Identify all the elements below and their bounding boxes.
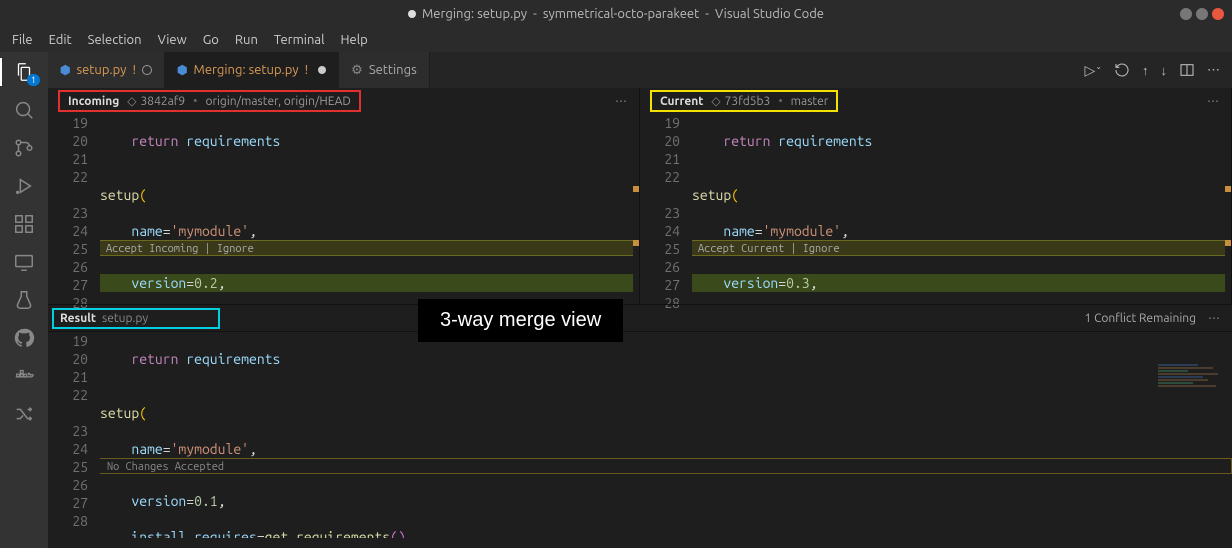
search-icon[interactable]	[12, 98, 36, 122]
shuffle-icon[interactable]	[12, 402, 36, 426]
overview-ruler	[1225, 114, 1231, 304]
source-control-icon[interactable]	[12, 136, 36, 160]
code-content: return requirements setup( name='mymodul…	[100, 332, 1232, 538]
tab-merging-setup-py[interactable]: ⬢ Merging: setup.py !	[165, 52, 339, 88]
docker-icon[interactable]	[12, 364, 36, 388]
window-titlebar: Merging: setup.py - symmetrical-octo-par…	[0, 0, 1232, 28]
no-changes-accepted-label: No Changes Accepted	[100, 458, 1232, 474]
title-app: Visual Studio Code	[715, 7, 824, 21]
current-code-pane[interactable]: 19202122232425262728 return requirements…	[640, 114, 1232, 304]
line-gutter: 19202122232425262728	[48, 114, 100, 304]
tab-setup-py[interactable]: ⬢ setup.py !	[48, 52, 165, 88]
conflict-remaining-label[interactable]: 1 Conflict Remaining	[1085, 312, 1196, 325]
split-editor-icon[interactable]	[1179, 62, 1195, 78]
title-filename: Merging: setup.py	[422, 7, 527, 21]
line-gutter: 19202122232425262728	[640, 114, 692, 304]
result-label: Result	[60, 312, 96, 325]
menu-go[interactable]: Go	[197, 31, 225, 49]
result-code-pane[interactable]: 19202122232425262728 return requirements…	[48, 332, 1232, 538]
current-header: Current ◇73fd5b3 • master ⋯	[640, 88, 1232, 114]
menu-file[interactable]: File	[6, 31, 39, 49]
overview-ruler	[633, 114, 639, 304]
unsaved-dot-icon	[408, 10, 416, 18]
window-close-icon[interactable]	[1212, 8, 1224, 20]
result-more-icon[interactable]: ⋯	[1208, 311, 1222, 325]
menu-run[interactable]: Run	[229, 31, 264, 49]
revert-icon[interactable]	[1114, 62, 1130, 78]
more-actions-icon[interactable]: ⋯	[1207, 63, 1220, 78]
incoming-hash: 3842af9	[141, 95, 186, 108]
extensions-icon[interactable]	[12, 212, 36, 236]
editor-actions: ▷⌄ ↑ ↓ ⋯	[1085, 62, 1232, 79]
menu-bar: File Edit Selection View Go Run Terminal…	[0, 28, 1232, 52]
current-branch: master	[791, 95, 829, 108]
window-minimize-icon[interactable]	[1180, 8, 1192, 20]
arrow-down-icon[interactable]: ↓	[1161, 63, 1168, 78]
testing-icon[interactable]	[12, 288, 36, 312]
menu-terminal[interactable]: Terminal	[268, 31, 331, 49]
current-label: Current	[660, 95, 703, 108]
tab-settings[interactable]: ⚙ Settings	[339, 52, 430, 88]
incoming-code-pane[interactable]: 19202122232425262728 return requirements…	[48, 114, 640, 304]
arrow-up-icon[interactable]: ↑	[1142, 63, 1149, 78]
result-header: Result setup.py 3-way merge view 1 Confl…	[48, 304, 1232, 332]
modified-dot-icon	[318, 66, 326, 74]
incoming-label: Incoming	[68, 95, 119, 108]
code-content: return requirements setup( name='mymodul…	[100, 114, 633, 304]
menu-edit[interactable]: Edit	[43, 31, 78, 49]
run-debug-icon[interactable]	[12, 174, 36, 198]
activity-bar: 1	[0, 52, 48, 548]
modified-ring-icon	[142, 65, 152, 75]
minimap[interactable]	[1158, 364, 1228, 434]
result-file: setup.py	[102, 312, 148, 325]
accept-current-codelens[interactable]: Accept Current | Ignore	[692, 240, 1225, 256]
python-file-icon: ⬢	[60, 63, 70, 77]
title-project: symmetrical-octo-parakeet	[543, 7, 699, 21]
menu-selection[interactable]: Selection	[82, 31, 148, 49]
commit-icon: ◇	[127, 94, 136, 108]
tab-bar: ⬢ setup.py ! ⬢ Merging: setup.py ! ⚙ Set…	[48, 52, 1232, 88]
line-gutter: 19202122232425262728	[48, 332, 100, 538]
code-content: return requirements setup( name='mymodul…	[692, 114, 1225, 304]
explorer-icon[interactable]: 1	[12, 60, 36, 84]
github-icon[interactable]	[12, 326, 36, 350]
menu-view[interactable]: View	[152, 31, 193, 49]
incoming-header: Incoming ◇3842af9 • origin/master, origi…	[48, 88, 640, 114]
pane-more-icon[interactable]: ⋯	[615, 94, 629, 108]
remote-icon[interactable]	[12, 250, 36, 274]
menu-help[interactable]: Help	[334, 31, 373, 49]
settings-icon: ⚙	[351, 63, 363, 78]
explorer-badge: 1	[27, 74, 40, 86]
accept-incoming-codelens[interactable]: Accept Incoming | Ignore	[100, 240, 633, 256]
incoming-branch: origin/master, origin/HEAD	[205, 95, 350, 108]
window-maximize-icon[interactable]	[1196, 8, 1208, 20]
current-hash: 73fd5b3	[725, 95, 771, 108]
pane-more-icon[interactable]: ⋯	[1207, 94, 1221, 108]
python-file-icon: ⬢	[177, 63, 187, 77]
commit-icon: ◇	[711, 94, 720, 108]
run-icon[interactable]: ▷⌄	[1085, 62, 1102, 79]
